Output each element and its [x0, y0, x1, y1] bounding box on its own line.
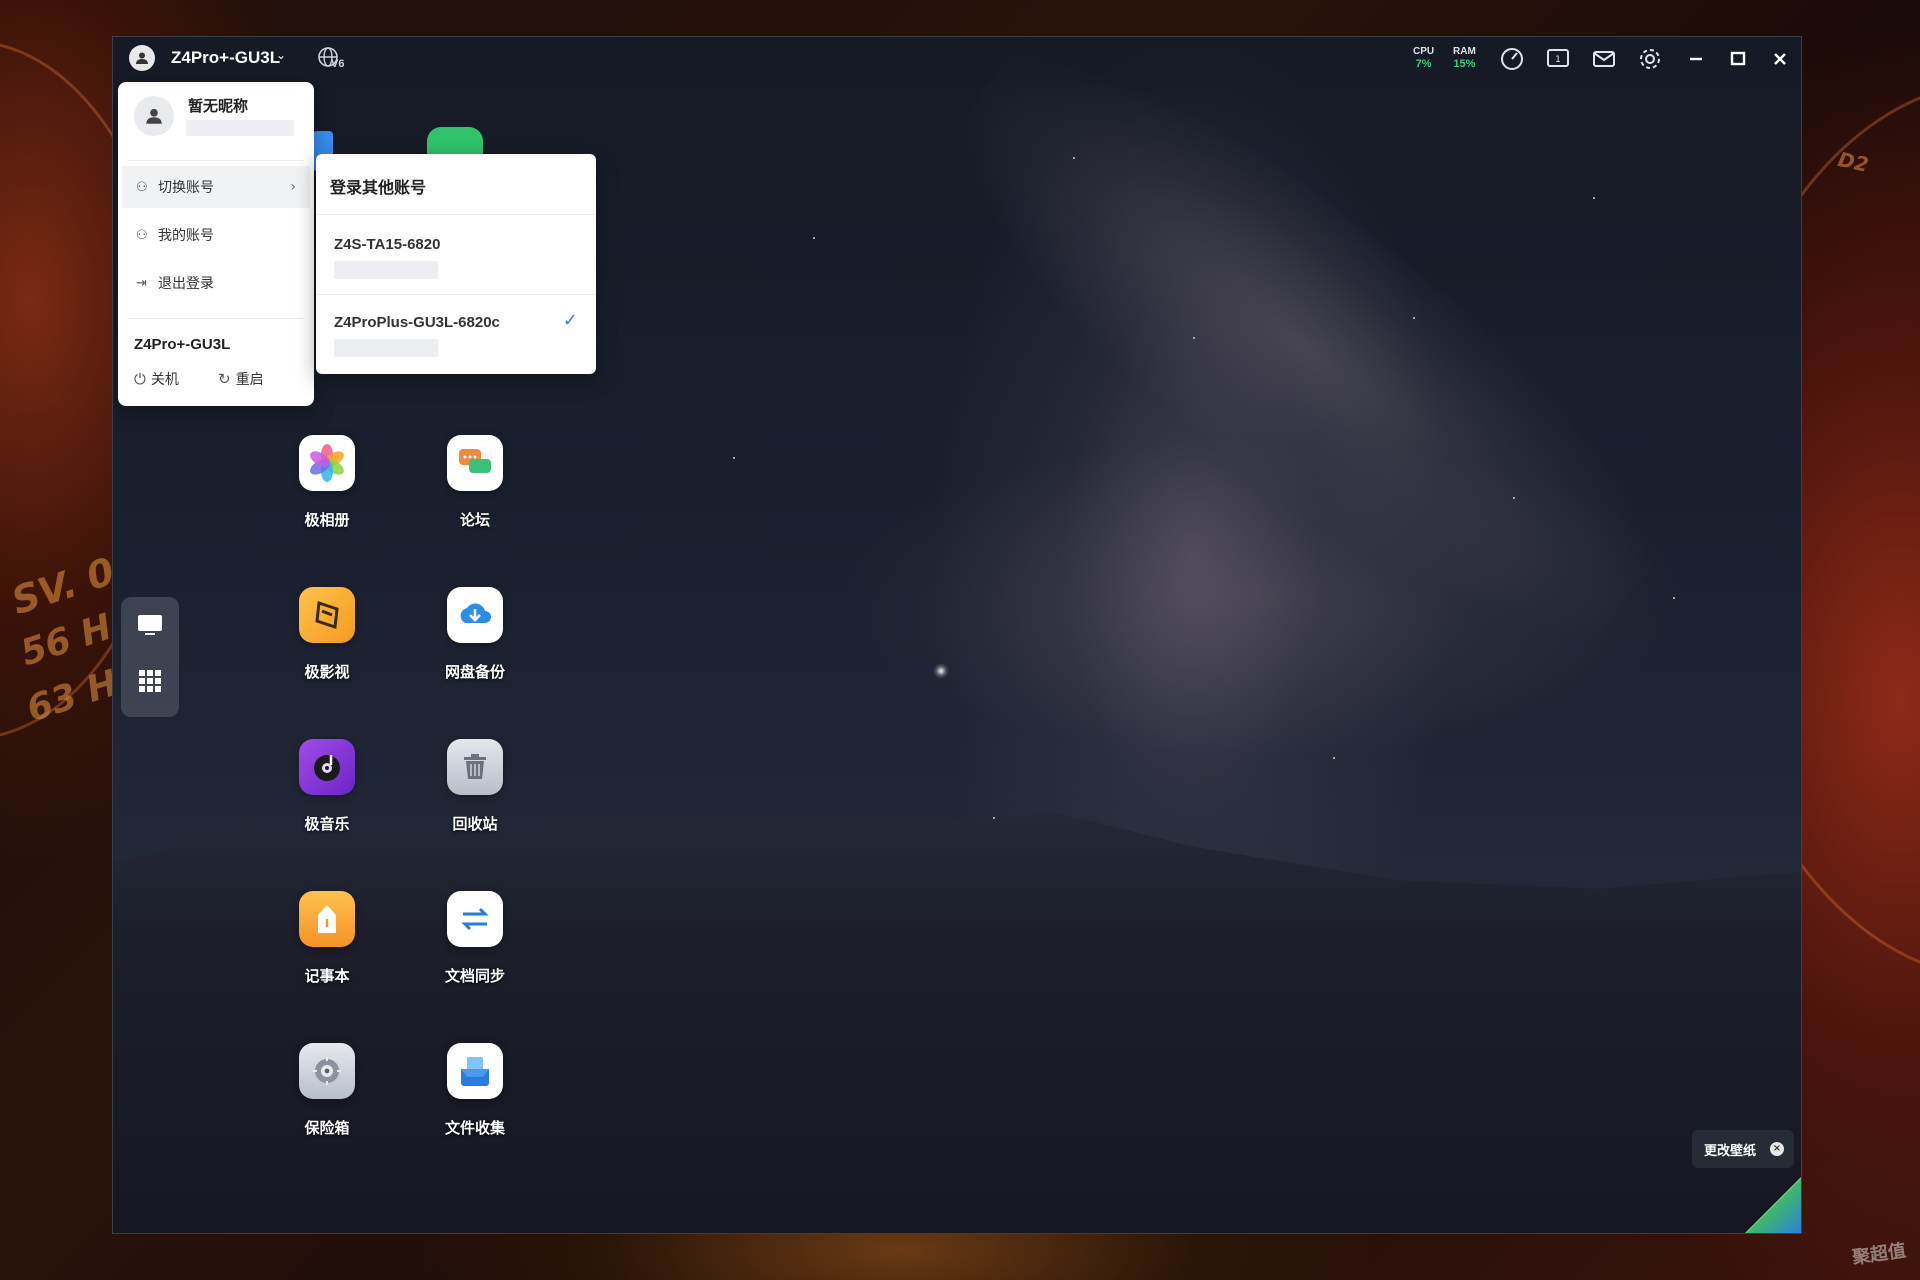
app-safe[interactable]: 保险箱	[267, 1043, 387, 1153]
power-icon: ⏻	[134, 370, 146, 388]
app-trash[interactable]: 回收站	[415, 739, 535, 849]
file-collect-icon	[447, 1043, 503, 1099]
submenu-title[interactable]: 登录其他账号	[330, 174, 426, 198]
switch-account-icon: ⚇	[136, 179, 148, 195]
app-label: 极相册	[304, 511, 350, 529]
maximize-icon[interactable]	[1725, 46, 1751, 72]
user-icon	[146, 108, 162, 124]
switch-account-submenu: 登录其他账号 Z4S-TA15-6820 Z4ProPlus-GU3L-6820…	[316, 154, 596, 374]
menu-item-label: 切换账号	[158, 180, 214, 196]
user-icon	[136, 52, 148, 64]
device-label: Z4Pro+-GU3L	[134, 336, 231, 353]
user-menu: 暂无昵称 ⚇ 切换账号 › ⚇ 我的账号 ⇥ 退出登录 Z4Pro+-GU3L …	[118, 82, 314, 406]
app-video[interactable]: 极影视	[267, 587, 387, 697]
app-file-collect[interactable]: 文件收集	[415, 1043, 535, 1153]
account-item[interactable]: Z4S-TA15-6820	[316, 216, 596, 290]
user-icon: ⚇	[136, 227, 148, 243]
forum-icon	[447, 435, 503, 491]
change-wallpaper-button[interactable]: 更改壁纸 ×	[1692, 1130, 1794, 1168]
app-photos[interactable]: 极相册	[267, 435, 387, 545]
avatar[interactable]	[129, 45, 155, 71]
ram-stat[interactable]: RAM 15%	[1453, 46, 1476, 70]
video-icon	[299, 587, 355, 643]
trash-icon	[447, 739, 503, 795]
close-icon[interactable]	[1767, 46, 1793, 72]
desktop-window: Z4Pro+-GU3L ⌄ V6 CPU 7% RAM 15% 1 极相册 论坛…	[112, 36, 1802, 1234]
menu-item-switch-account[interactable]: ⚇ 切换账号 ›	[122, 166, 310, 208]
app-notepad[interactable]: 记事本	[267, 891, 387, 1001]
app-label: 记事本	[304, 967, 350, 985]
cloud-backup-icon	[447, 587, 503, 643]
monitor-icon[interactable]: 1	[1545, 46, 1571, 72]
account-name: Z4ProPlus-GU3L-6820c	[334, 314, 500, 331]
account-name: Z4S-TA15-6820	[334, 236, 441, 253]
close-icon[interactable]: ×	[1770, 1142, 1784, 1156]
apps-grid-icon[interactable]	[134, 665, 166, 697]
app-forum[interactable]: 论坛	[415, 435, 535, 545]
gear-icon[interactable]	[1637, 46, 1663, 72]
music-icon	[299, 739, 355, 795]
app-label: 回收站	[452, 815, 498, 833]
account-item[interactable]: Z4ProPlus-GU3L-6820c ✓	[316, 294, 596, 368]
app-label: 论坛	[459, 511, 490, 529]
sync-icon	[447, 891, 503, 947]
menu-item-my-account[interactable]: ⚇ 我的账号	[122, 214, 310, 256]
app-label: 极影视	[304, 663, 350, 681]
redacted-field	[186, 120, 294, 136]
app-cloud-backup[interactable]: 网盘备份	[415, 587, 535, 697]
menu-item-label: 我的账号	[158, 228, 214, 244]
nickname: 暂无昵称	[188, 97, 249, 115]
cpu-stat[interactable]: CPU 7%	[1413, 46, 1434, 70]
app-label: 网盘备份	[444, 663, 505, 681]
redacted-field	[334, 339, 438, 357]
redacted-field	[334, 261, 438, 279]
ipv6-label: V6	[331, 58, 345, 70]
desktop-icon[interactable]	[134, 609, 166, 641]
side-dock	[121, 597, 179, 717]
safe-icon	[299, 1043, 355, 1099]
notepad-icon	[299, 891, 355, 947]
logout-icon: ⇥	[136, 275, 147, 291]
speed-icon[interactable]	[1499, 46, 1525, 72]
menu-item-label: 退出登录	[158, 276, 214, 292]
refresh-icon: ↻	[218, 370, 231, 388]
title-bar: Z4Pro+-GU3L ⌄ V6 CPU 7% RAM 15% 1	[113, 37, 1801, 79]
svg-text:1: 1	[1555, 55, 1561, 65]
app-label: 保险箱	[304, 1119, 350, 1137]
chevron-right-icon: ›	[290, 179, 296, 195]
restart-button[interactable]: ↻ 重启	[218, 369, 264, 389]
globe-ipv6-icon[interactable]: V6	[317, 46, 351, 72]
app-label: 文件收集	[444, 1119, 505, 1137]
device-name[interactable]: Z4Pro+-GU3L	[171, 48, 280, 68]
minimize-icon[interactable]	[1683, 46, 1709, 72]
check-icon: ✓	[562, 310, 578, 330]
shutdown-button[interactable]: ⏻ 关机	[134, 369, 179, 389]
app-doc-sync[interactable]: 文档同步	[415, 891, 535, 1001]
mail-icon[interactable]	[1591, 46, 1617, 72]
app-music[interactable]: 极音乐	[267, 739, 387, 849]
app-label: 极音乐	[304, 815, 350, 833]
photos-icon	[299, 435, 355, 491]
menu-item-logout[interactable]: ⇥ 退出登录	[122, 262, 310, 304]
app-label: 文档同步	[444, 967, 505, 985]
avatar	[134, 96, 174, 136]
chevron-down-icon[interactable]: ⌄	[276, 48, 286, 62]
